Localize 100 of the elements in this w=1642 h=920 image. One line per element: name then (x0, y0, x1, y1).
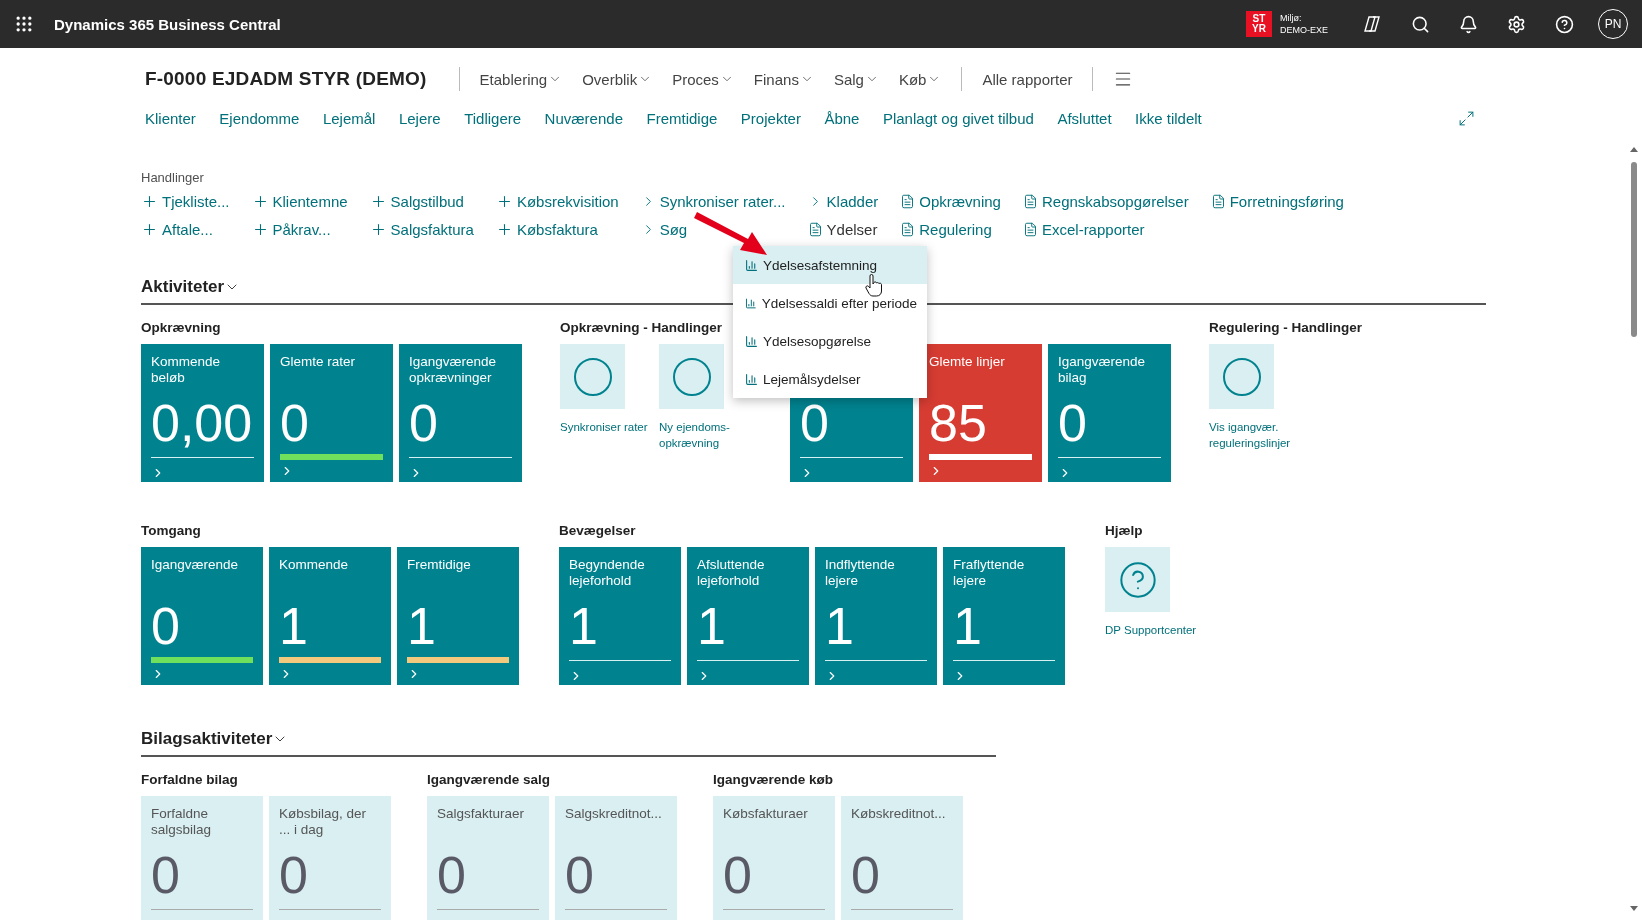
environment-name: DEMO-EXE (1280, 24, 1328, 36)
cue-tile[interactable]: Fraflyttende lejere 1 (943, 547, 1065, 685)
menu-item[interactable]: Lejemålsydelser (733, 360, 927, 398)
tile-title: Afsluttende lejeforhold (697, 557, 766, 590)
nav-link[interactable]: Lejemål (322, 110, 376, 127)
notification-icon[interactable] (1458, 14, 1478, 34)
menu-button[interactable]: Overblik (572, 70, 663, 88)
action-link[interactable]: Salgstilbud (369, 191, 474, 211)
company-name: F-0000 EJDADM STYR (DEMO) (145, 68, 427, 90)
cue-tile[interactable]: Forfaldne salgsbilag 0 (141, 796, 263, 920)
cue-tile[interactable]: Kommende beløb 0,00 (141, 344, 264, 482)
cue-tile[interactable]: Købsbilag, der ... i dag 0 (269, 796, 391, 920)
action-link[interactable]: Salgsfaktura (369, 219, 474, 239)
cue-tile[interactable]: Begyndende lejeforhold 1 (559, 547, 681, 685)
tile-title: Igangværende bilag (1058, 354, 1147, 387)
menu-button[interactable]: Etablering (469, 70, 573, 88)
report-icon (745, 334, 758, 348)
nav-link[interactable]: Fremtidige (646, 110, 718, 127)
menu-item[interactable]: Ydelsessaldi efter periode (733, 284, 927, 322)
cue-tile[interactable]: Fremtidige 1 (397, 547, 519, 685)
menu-button[interactable]: Salg (823, 70, 889, 88)
action-link[interactable]: Forretningsføring (1210, 191, 1344, 211)
cue-tile[interactable]: Igangværende bilag 0 (1048, 344, 1171, 482)
tile-title: Begyndende lejeforhold (569, 557, 646, 590)
action-link[interactable]: Excel-rapporter (1022, 219, 1189, 239)
cue-tile[interactable]: Afsluttende lejeforhold 1 (687, 547, 809, 685)
action-tile[interactable]: Synkroniser rater (560, 344, 653, 451)
cue-tile[interactable]: Indflyttende lejere 1 (815, 547, 937, 685)
action-link[interactable]: Ydelser (807, 219, 879, 239)
nav-link[interactable]: Klienter (145, 110, 196, 127)
tile-value: 1 (697, 596, 727, 657)
tile-value: 0 (851, 845, 881, 906)
circle-icon (671, 356, 712, 397)
nav-link[interactable]: Afsluttet (1057, 110, 1112, 127)
nav-link[interactable]: Lejere (398, 110, 441, 127)
action-link[interactable]: Aftale... (141, 219, 230, 239)
action-tile[interactable]: DP Supportcenter (1105, 547, 1198, 638)
tile-value: 0,00 (151, 393, 254, 454)
nav-link[interactable]: Ejendomme (219, 110, 300, 127)
tile-title: Igangværende (151, 557, 240, 574)
tile-value: 1 (279, 596, 309, 657)
circle-icon (572, 356, 613, 397)
nav-link[interactable]: Nuværende (544, 110, 623, 127)
action-link[interactable]: Påkrav... (251, 219, 348, 239)
action-link[interactable]: Regulering (900, 219, 1001, 239)
cue-tile[interactable]: Salgskreditnot... 0 (555, 796, 677, 920)
tile-value: 0 (409, 393, 439, 454)
tile-value: 1 (407, 596, 437, 657)
cue-tile[interactable]: Salgsfakturaer 0 (427, 796, 549, 920)
action-link[interactable]: Kladder (807, 191, 879, 211)
cue-tile[interactable]: Købsfakturaer 0 (713, 796, 835, 920)
cue-tile[interactable]: Kommende 1 (269, 547, 391, 685)
menu-item[interactable]: Ydelsesopgørelse (733, 322, 927, 360)
nav-link[interactable]: Projekter (740, 110, 801, 127)
menu-button[interactable]: Proces (662, 70, 744, 88)
section-title[interactable]: Bilagsaktiviteter (141, 729, 289, 749)
action-link[interactable]: Regnskabsopgørelser (1022, 191, 1189, 211)
nav-link[interactable]: Planlagt og givet tilbud (882, 110, 1034, 127)
nav-link[interactable]: Åbne (824, 110, 860, 127)
group-title: Forfaldne bilag (141, 772, 239, 789)
tile-title: Fremtidige (407, 557, 472, 574)
tile-title: Købskreditnot... (851, 806, 947, 823)
app-launcher-icon[interactable] (14, 14, 34, 34)
action-link[interactable]: Søg (640, 219, 786, 239)
menu-button[interactable]: Finans (743, 70, 824, 88)
cue-tile[interactable]: Glemte rater 0 (270, 344, 393, 482)
expand-icon[interactable] (1458, 110, 1475, 127)
section-title[interactable]: Aktiviteter (141, 277, 241, 297)
menu-button[interactable]: Køb (888, 70, 952, 88)
action-link[interactable]: Klientemne (251, 191, 348, 211)
document-icon (900, 221, 916, 237)
group-title: Bevægelser (559, 523, 637, 540)
tile-title: Glemte linjer (929, 354, 1006, 371)
group-title: Igangværende salg (427, 772, 552, 789)
copilot-icon[interactable] (1362, 14, 1382, 34)
tile-title: Glemte rater (280, 354, 357, 371)
menu-item[interactable]: Ydelsesafstemning (733, 246, 927, 284)
actions-caption: Handlinger (141, 170, 205, 185)
settings-icon[interactable] (1506, 14, 1526, 34)
help-icon[interactable] (1554, 14, 1574, 34)
search-icon[interactable] (1410, 14, 1430, 34)
menu-button[interactable]: Alle rapporter (972, 70, 1083, 88)
action-link[interactable]: Tjekliste... (141, 191, 230, 211)
document-icon (1022, 193, 1038, 209)
action-link[interactable]: Synkroniser rater... (640, 191, 786, 211)
action-link[interactable]: Købsfaktura (495, 219, 619, 239)
action-tile[interactable]: Vis igangvær. reguleringslinjer (1209, 344, 1302, 451)
cue-tile[interactable]: Købskreditnot... 0 (841, 796, 963, 920)
cue-tile[interactable]: Igangværende opkrævninger 0 (399, 344, 522, 482)
cue-tile[interactable]: Glemte linjer 85 (919, 344, 1042, 482)
tile-title: Salgskreditnot... (565, 806, 663, 823)
cue-tile[interactable]: Igangværende 0 (141, 547, 263, 685)
tile-value: 0 (723, 845, 753, 906)
tile-value: 85 (929, 393, 988, 454)
action-link[interactable]: Opkrævning (900, 191, 1001, 211)
action-link[interactable]: Købsrekvisition (495, 191, 619, 211)
nav-link[interactable]: Ikke tildelt (1135, 110, 1202, 127)
tile-value: 0 (565, 845, 595, 906)
nav-link[interactable]: Tidligere (464, 110, 522, 127)
tile-title: Indflyttende lejere (825, 557, 896, 590)
